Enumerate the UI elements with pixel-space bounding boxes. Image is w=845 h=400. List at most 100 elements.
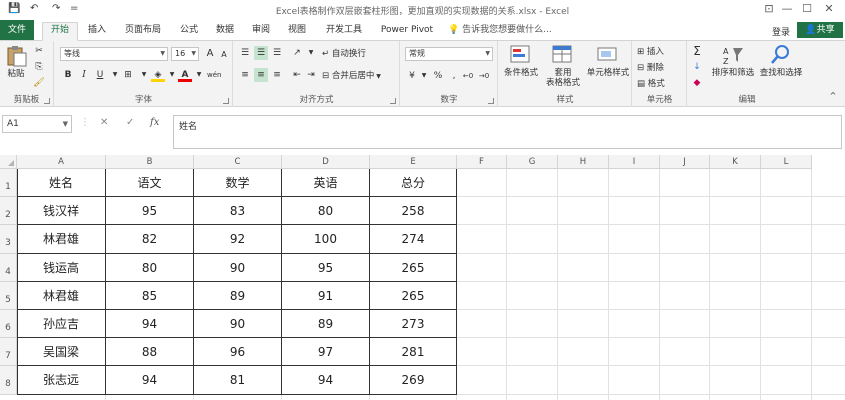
cell-d8[interactable]: 94 (282, 366, 370, 395)
insert-function-icon[interactable]: fx (150, 117, 159, 128)
cell-a7[interactable]: 吴国梁 (17, 338, 106, 367)
align-right-icon[interactable]: ≡ (270, 68, 284, 82)
cell-c2[interactable]: 83 (194, 197, 282, 226)
cell-d5[interactable]: 91 (282, 281, 370, 310)
tell-me-search[interactable]: 💡 告诉我您想要做什么... (448, 23, 568, 41)
column-header-l[interactable]: L (761, 155, 812, 169)
font-launcher-icon[interactable] (223, 98, 229, 104)
column-header-f[interactable]: F (457, 155, 507, 169)
tab-review[interactable]: 审阅 (246, 23, 276, 41)
cell-c3[interactable]: 92 (194, 225, 282, 254)
tab-developer[interactable]: 开发工具 (322, 23, 366, 41)
column-header-b[interactable]: B (106, 155, 194, 169)
conditional-formatting-button[interactable]: 条件格式 (501, 44, 541, 78)
cell-b2[interactable]: 95 (106, 197, 194, 226)
column-header-k[interactable]: K (710, 155, 761, 169)
cell-c6[interactable]: 90 (194, 310, 282, 339)
row-header-6[interactable]: 6 (0, 310, 17, 339)
align-top-icon[interactable]: ☰ (238, 46, 252, 60)
format-cells-button[interactable]: ▤ 格式 (637, 77, 665, 89)
clear-icon[interactable]: ◆ (690, 76, 704, 90)
phonetic-guide-icon[interactable]: wén (207, 68, 221, 82)
cell-d4[interactable]: 95 (282, 253, 370, 282)
autosum-icon[interactable]: Σ (690, 44, 704, 58)
align-center-icon[interactable]: ≡ (254, 68, 268, 82)
chevron-down-icon[interactable]: ▼ (417, 69, 431, 83)
italic-button[interactable]: I (77, 68, 91, 82)
merge-center-button[interactable]: ⊟ 合并后居中 ▼ (322, 69, 381, 81)
cell-a5[interactable]: 林君雄 (17, 281, 106, 310)
row-header-3[interactable]: 3 (0, 225, 17, 254)
cell-c5[interactable]: 89 (194, 281, 282, 310)
column-header-d[interactable]: D (282, 155, 370, 169)
column-header-e[interactable]: E (370, 155, 457, 169)
font-name-select[interactable]: 等线 ▼ (60, 47, 168, 61)
increase-decimal-icon[interactable]: ←0 (461, 69, 475, 83)
tab-file[interactable]: 文件 (0, 20, 34, 40)
comma-style-icon[interactable]: , (447, 69, 461, 83)
find-select-button[interactable]: 查找和选择 (758, 44, 804, 78)
tab-page-layout[interactable]: 页面布局 (118, 23, 168, 41)
restore-button[interactable]: ☐ (798, 2, 816, 15)
cell-b6[interactable]: 94 (106, 310, 194, 339)
cell-d1[interactable]: 英语 (282, 169, 370, 198)
tab-power-pivot[interactable]: Power Pivot (378, 23, 436, 41)
fill-icon[interactable]: ↓ (690, 60, 704, 74)
alignment-launcher-icon[interactable] (390, 98, 396, 104)
cell-b8[interactable]: 94 (106, 366, 194, 395)
font-color-icon[interactable]: A (178, 68, 192, 82)
enter-icon[interactable]: ✓ (126, 117, 134, 128)
cell-a4[interactable]: 钱运高 (17, 253, 106, 282)
cell-a3[interactable]: 林君雄 (17, 225, 106, 254)
cell-e5[interactable]: 265 (370, 281, 457, 310)
cell-a2[interactable]: 钱汉祥 (17, 197, 106, 226)
row-header-1[interactable]: 1 (0, 169, 17, 198)
cell-c7[interactable]: 96 (194, 338, 282, 367)
align-middle-icon[interactable]: ☰ (254, 46, 268, 60)
number-launcher-icon[interactable] (488, 98, 494, 104)
column-header-g[interactable]: G (507, 155, 558, 169)
percent-icon[interactable]: % (431, 69, 445, 83)
cell-c8[interactable]: 81 (194, 366, 282, 395)
cell-d2[interactable]: 80 (282, 197, 370, 226)
underline-button[interactable]: U (93, 68, 107, 82)
shrink-font-icon[interactable]: A (217, 48, 231, 62)
tab-insert[interactable]: 插入 (82, 23, 112, 41)
chevron-down-icon[interactable]: ▼ (304, 46, 318, 60)
select-all-corner[interactable] (0, 155, 17, 169)
row-header-4[interactable]: 4 (0, 253, 17, 282)
decrease-indent-icon[interactable]: ⇤ (290, 68, 304, 82)
close-button[interactable]: ✕ (820, 2, 838, 15)
share-button[interactable]: 👤共享 (797, 22, 843, 38)
fill-color-icon[interactable]: ◈ (151, 68, 165, 82)
formula-input[interactable]: 姓名 (173, 115, 842, 149)
wrap-text-button[interactable]: ↵ 自动换行 (322, 47, 366, 59)
align-left-icon[interactable]: ≡ (238, 68, 252, 82)
worksheet-grid[interactable]: ABCDEFGHIJKL 12345678 姓名 语文 数学 英语 总分 钱汉祥 95 83 8… (0, 155, 845, 400)
chevron-down-icon[interactable]: ▼ (108, 68, 122, 82)
cell-a8[interactable]: 张志远 (17, 366, 106, 395)
minimize-button[interactable]: — (778, 2, 796, 15)
orientation-icon[interactable]: ↗ (290, 46, 304, 60)
clipboard-launcher-icon[interactable] (44, 98, 50, 104)
tab-view[interactable]: 视图 (282, 23, 312, 41)
row-header-2[interactable]: 2 (0, 197, 17, 226)
row-header-7[interactable]: 7 (0, 338, 17, 367)
tab-home[interactable]: 开始 (42, 22, 78, 41)
increase-indent-icon[interactable]: ⇥ (304, 68, 318, 82)
row-header-8[interactable]: 8 (0, 366, 17, 395)
align-bottom-icon[interactable]: ☰ (270, 46, 284, 60)
cell-e2[interactable]: 258 (370, 197, 457, 226)
column-header-h[interactable]: H (558, 155, 609, 169)
column-header-c[interactable]: C (194, 155, 282, 169)
cell-c1[interactable]: 数学 (194, 169, 282, 198)
collapse-ribbon-icon[interactable]: ^ (826, 89, 840, 103)
cell-styles-button[interactable]: 单元格样式 (585, 44, 631, 78)
number-format-select[interactable]: 常规 ▼ (405, 47, 493, 61)
column-header-j[interactable]: J (660, 155, 710, 169)
font-size-select[interactable]: 16 ▼ (171, 47, 199, 61)
cell-d3[interactable]: 100 (282, 225, 370, 254)
cell-e8[interactable]: 269 (370, 366, 457, 395)
column-header-i[interactable]: I (609, 155, 660, 169)
cell-e1[interactable]: 总分 (370, 169, 457, 198)
